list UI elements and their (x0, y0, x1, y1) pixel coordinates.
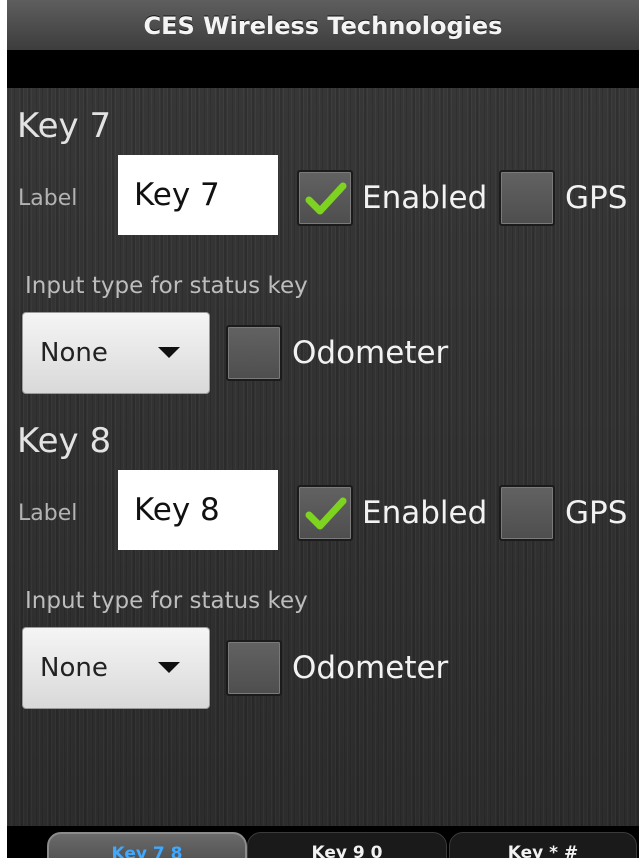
bottom-tab-bar: Key 7 8 Key 9 0 Key * # (7, 826, 639, 858)
section-title-key-7: Key 7 (17, 106, 112, 146)
gps-label: GPS (565, 180, 628, 216)
check-icon (305, 497, 347, 530)
gps-checkbox-key-8[interactable] (499, 485, 555, 541)
check-icon (305, 182, 347, 215)
tab-key-star-hash[interactable]: Key * # (449, 832, 637, 858)
odometer-checkbox-key-7[interactable] (226, 325, 282, 381)
enabled-label: Enabled (362, 180, 488, 216)
app-screen: CES Wireless Technologies Key 7 Label Ke… (7, 0, 639, 858)
section-title-key-8: Key 8 (17, 421, 112, 461)
gps-checkbox-key-7[interactable] (499, 170, 555, 226)
input-type-value: None (40, 653, 108, 683)
input-type-select-key-7[interactable]: None (22, 312, 210, 394)
gps-label: GPS (565, 495, 628, 531)
tab-key-9-0[interactable]: Key 9 0 (247, 832, 447, 858)
label-caption: Label (18, 501, 78, 526)
input-type-value: None (40, 338, 108, 368)
chevron-down-icon (158, 662, 180, 673)
enabled-checkbox-key-8[interactable] (297, 485, 353, 541)
input-type-caption: Input type for status key (25, 273, 308, 299)
title-bar: CES Wireless Technologies (7, 0, 639, 88)
label-caption: Label (18, 186, 78, 211)
input-type-caption: Input type for status key (25, 588, 308, 614)
tab-key-7-8[interactable]: Key 7 8 (47, 832, 247, 858)
input-type-select-key-8[interactable]: None (22, 627, 210, 709)
chevron-down-icon (158, 347, 180, 358)
label-input-key-7[interactable]: Key 7 (118, 155, 278, 235)
odometer-checkbox-key-8[interactable] (226, 640, 282, 696)
enabled-checkbox-key-7[interactable] (297, 170, 353, 226)
enabled-label: Enabled (362, 495, 488, 531)
odometer-label: Odometer (292, 650, 449, 686)
app-title: CES Wireless Technologies (143, 12, 503, 40)
label-input-key-8[interactable]: Key 8 (118, 470, 278, 550)
odometer-label: Odometer (292, 335, 449, 371)
